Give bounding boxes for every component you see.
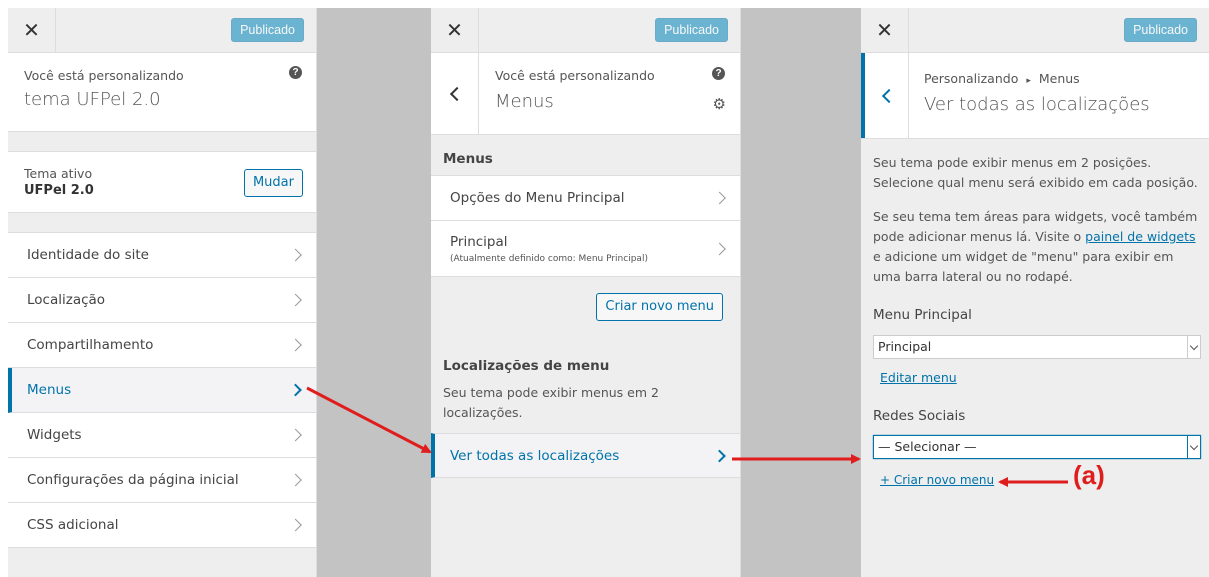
section-menus[interactable]: Menus [8, 368, 316, 413]
edit-menu-link[interactable]: Editar menu [880, 370, 957, 385]
create-new-menu-link[interactable]: + Criar novo menu [880, 473, 994, 487]
customizing-label: Você está personalizando [495, 68, 655, 83]
customizer-panel-root: ✕ Publicado Você está personalizando tem… [8, 8, 317, 577]
locations-description: Seu tema pode exibir menus em 2 posições… [873, 155, 1198, 190]
menu-item-opcoes[interactable]: Opções do Menu Principal [431, 176, 740, 221]
chevron-right-icon [289, 428, 302, 442]
location-main-select[interactable]: Principal [873, 335, 1201, 359]
section-widgets[interactable]: Widgets [8, 413, 316, 458]
panel-gap-1 [317, 8, 431, 577]
customizer-panel-locations: ✕ Publicado Personalizando ▸ Menus Ver t… [861, 8, 1209, 577]
menu-list: Opções do Menu Principal Principal (Atua… [431, 175, 740, 277]
close-icon: ✕ [23, 18, 40, 42]
section-label: CSS adicional [27, 517, 119, 533]
chevron-right-icon [289, 293, 302, 307]
change-theme-button[interactable]: Mudar [243, 169, 303, 197]
menus-heading: Menus [443, 151, 493, 167]
publish-button[interactable]: Publicado [1124, 18, 1197, 42]
locations-heading: Localizações de menu [443, 358, 610, 374]
section-pagina-inicial[interactable]: Configurações da página inicial [8, 458, 316, 503]
publish-button[interactable]: Publicado [231, 18, 304, 42]
chevron-right-icon [289, 473, 302, 487]
close-icon: ✕ [446, 18, 463, 42]
section-label: Compartilhamento [27, 337, 154, 353]
create-menu-button[interactable]: Criar novo menu [596, 293, 723, 321]
chevron-left-icon [881, 88, 896, 103]
section-label: Menus [27, 382, 72, 398]
chevron-right-icon [713, 449, 726, 462]
locations-description: Seu tema pode exibir menus em 2 localiza… [443, 385, 659, 420]
active-theme-section: Tema ativo UFPel 2.0 Mudar [8, 151, 316, 213]
breadcrumb: Personalizando ▸ Menus [924, 71, 1150, 86]
customizer-header: ✕ Publicado [8, 8, 316, 53]
chevron-right-icon [289, 383, 302, 397]
chevron-right-icon [289, 248, 302, 262]
section-localizacao[interactable]: Localização [8, 278, 316, 323]
panel-gap-2 [741, 8, 861, 577]
section-label: Widgets [27, 427, 82, 443]
customizing-label: Você está personalizando [24, 68, 184, 83]
section-label: Identidade do site [27, 247, 149, 263]
widgets-description: Se seu tema tem áreas para widgets, você… [873, 207, 1205, 287]
desc-text: e adicione um widget de "menu" para exib… [873, 249, 1174, 284]
back-button[interactable] [431, 53, 479, 134]
widgets-panel-link[interactable]: painel de widgets [1085, 229, 1195, 244]
panel-header: Você está personalizando Menus ? ⚙ [431, 53, 740, 135]
breadcrumb-current: Menus [1038, 71, 1080, 86]
view-all-locations-label: Ver todas as localizações [450, 447, 620, 464]
chevron-right-icon [289, 338, 302, 352]
close-button[interactable]: ✕ [431, 8, 479, 52]
customizing-info: Você está personalizando tema UFPel 2.0 … [8, 53, 316, 132]
section-list: Identidade do site Localização Compartil… [8, 232, 316, 548]
close-button[interactable]: ✕ [8, 8, 56, 52]
location-main-label: Menu Principal [873, 307, 972, 323]
menu-item-label: Opções do Menu Principal [450, 190, 625, 206]
close-icon: ✕ [876, 18, 893, 42]
help-icon[interactable]: ? [289, 66, 302, 79]
annotation-label: (a) [1073, 460, 1105, 490]
menu-item-label: Principal [450, 233, 508, 250]
section-css-adicional[interactable]: CSS adicional [8, 503, 316, 548]
publish-button[interactable]: Publicado [655, 18, 728, 42]
view-all-locations[interactable]: Ver todas as localizações [431, 433, 740, 478]
panel-title: Ver todas as localizações [924, 94, 1150, 115]
section-label: Configurações da página inicial [27, 472, 239, 488]
section-identidade[interactable]: Identidade do site [8, 233, 316, 278]
menu-item-sublabel: (Atualmente definido como: Menu Principa… [450, 253, 648, 264]
location-social-select[interactable]: — Selecionar — [873, 435, 1201, 459]
section-label: Localização [27, 292, 106, 308]
customizer-header: ✕ Publicado [431, 8, 740, 53]
help-icon[interactable]: ? [712, 67, 725, 80]
select-value: — Selecionar — [878, 439, 977, 454]
panel-header: Personalizando ▸ Menus Ver todas as loca… [861, 53, 1209, 139]
chevron-down-icon [1187, 336, 1200, 358]
customizer-header: ✕ Publicado [861, 8, 1209, 53]
close-button[interactable]: ✕ [861, 8, 909, 52]
customizer-panel-menus: ✕ Publicado Você está personalizando Men… [431, 8, 741, 577]
chevron-right-icon [289, 518, 302, 532]
select-value: Principal [878, 339, 932, 354]
chevron-right-icon [713, 242, 726, 255]
chevron-right-icon [713, 191, 726, 205]
section-compartilhamento[interactable]: Compartilhamento [8, 323, 316, 368]
panel-title: Menus [495, 91, 554, 112]
location-social-label: Redes Sociais [873, 408, 966, 424]
breadcrumb-separator: ▸ [1026, 76, 1031, 86]
back-button[interactable] [861, 53, 909, 138]
chevron-left-icon [449, 86, 464, 101]
theme-title: tema UFPel 2.0 [24, 89, 161, 110]
menu-item-principal[interactable]: Principal (Atualmente definido como: Men… [431, 221, 740, 277]
chevron-down-icon [1187, 436, 1200, 458]
gear-icon[interactable]: ⚙ [713, 95, 726, 113]
breadcrumb-root: Personalizando [924, 71, 1019, 86]
